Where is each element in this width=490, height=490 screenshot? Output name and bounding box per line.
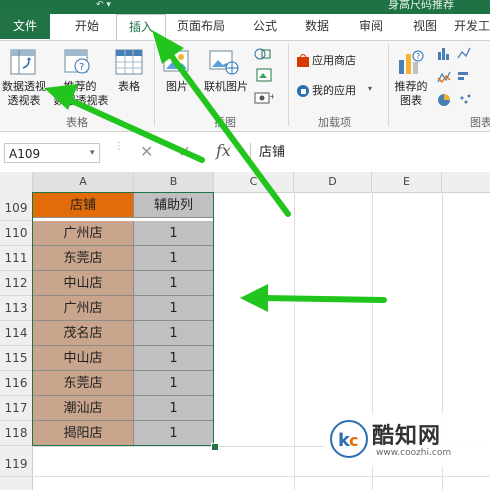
arrow-to-pivot-button: [67, 97, 205, 163]
watermark-url: www.coozhi.com: [376, 448, 452, 458]
arrow-to-insert-tab: [167, 51, 291, 217]
arrow-head: [240, 284, 268, 312]
svg-text:c: c: [349, 431, 358, 450]
arrow-to-table: [261, 295, 387, 303]
arrow-head: [44, 84, 78, 110]
arrow-head: [152, 30, 184, 64]
watermark-brand: 酷知网: [372, 424, 442, 449]
coozhi-logo-icon: kc: [330, 420, 368, 458]
